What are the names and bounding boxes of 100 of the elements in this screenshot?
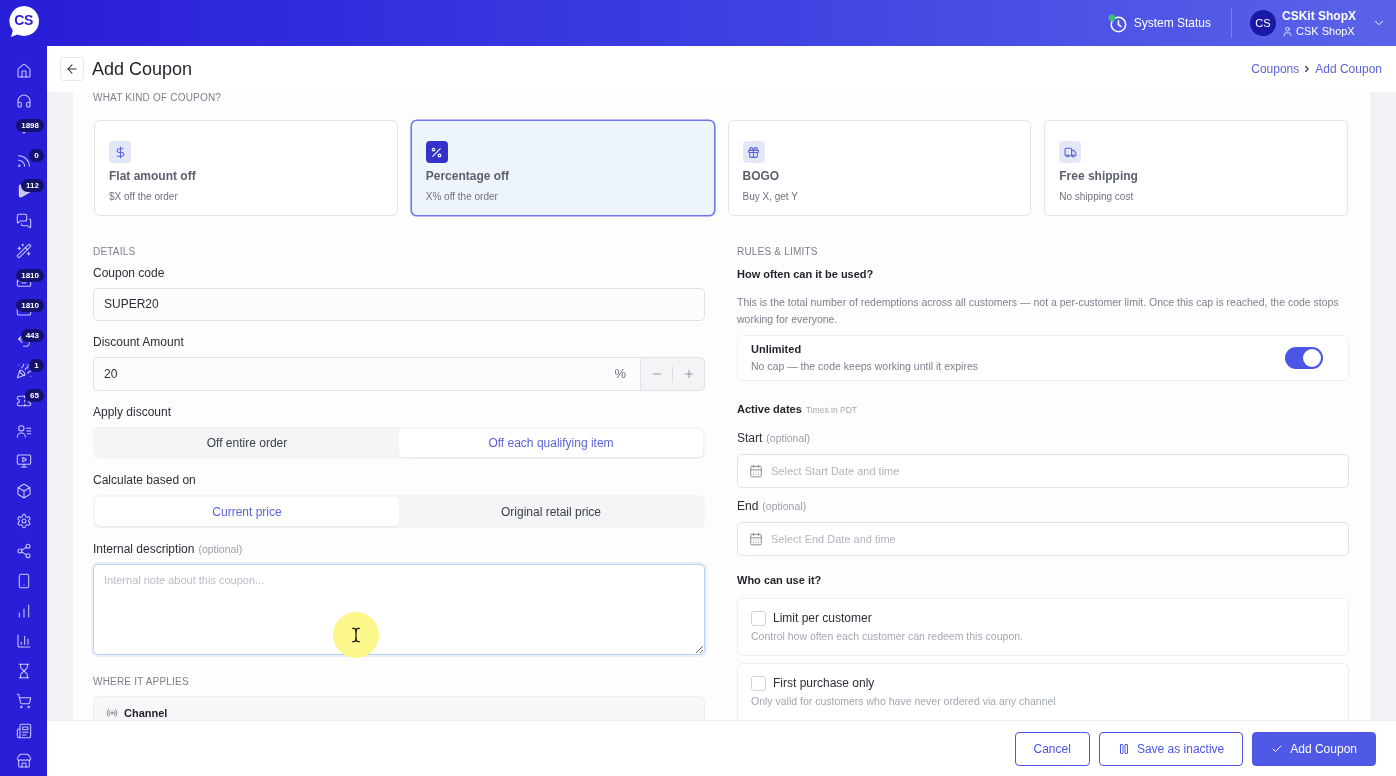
add-coupon-button[interactable]: Add Coupon bbox=[1252, 731, 1376, 766]
option-title: First purchase only bbox=[773, 675, 875, 691]
cancel-button[interactable]: Cancel bbox=[1014, 731, 1090, 766]
date-input[interactable]: Select End Date and time bbox=[737, 522, 1349, 556]
question-heading: Who can use it? bbox=[737, 573, 823, 588]
option-title: Limit per customer bbox=[773, 610, 872, 626]
sidebar-item[interactable]: 1810 bbox=[0, 296, 47, 326]
checkbox[interactable] bbox=[751, 675, 766, 691]
count-badge: 1810 bbox=[16, 299, 44, 312]
share-icon bbox=[15, 543, 32, 559]
cart-icon bbox=[15, 693, 32, 709]
avatar: CS bbox=[1250, 10, 1276, 36]
unit-label: % bbox=[614, 366, 626, 381]
monitor-play-icon bbox=[15, 453, 32, 469]
ticket-icon bbox=[15, 393, 32, 409]
toggle-switch[interactable] bbox=[1285, 347, 1323, 369]
count-badge: 112 bbox=[21, 179, 44, 192]
option-description: Only valid for customers who have never ordered via any channel bbox=[751, 694, 1057, 708]
app-logo: CS bbox=[7, 5, 40, 38]
store-icon bbox=[15, 753, 32, 769]
segment-option[interactable]: Off entire order bbox=[95, 428, 399, 458]
help-text: This is the total number of redemptions across all customers — not a per-customer limit. Once this cap is reached, the code stops working for everyone. bbox=[737, 295, 1340, 327]
count-badge: 443 bbox=[20, 329, 44, 342]
question-heading: Active dates bbox=[737, 402, 802, 417]
option-title: Flat amount off bbox=[109, 169, 196, 183]
toggle-description: No cap — the code keeps working until it expires bbox=[751, 360, 979, 373]
settings-icon bbox=[15, 513, 32, 529]
breadcrumb-link[interactable]: Add Coupon bbox=[1315, 62, 1382, 76]
sidebar-item[interactable]: 65 bbox=[0, 386, 47, 416]
field-label: Internal description bbox=[93, 541, 195, 557]
description-textarea[interactable]: Internal note about this coupon... bbox=[93, 564, 705, 655]
segment-option[interactable]: Original retail price bbox=[399, 497, 703, 526]
coupon-code-input[interactable]: SUPER20 bbox=[93, 288, 705, 321]
clock-icon bbox=[1107, 13, 1127, 33]
segment-option[interactable]: Current price bbox=[95, 497, 399, 526]
sidebar-item[interactable]: 443 bbox=[0, 326, 47, 356]
sidebar-item[interactable]: 1898 bbox=[0, 116, 47, 146]
section-heading: WHERE IT APPLIES bbox=[93, 676, 190, 688]
back-button[interactable] bbox=[60, 57, 84, 81]
coupon-type-card[interactable]: Free shipping No shipping cost bbox=[1044, 120, 1348, 216]
party-popper-icon bbox=[15, 363, 32, 379]
sidebar-item[interactable]: 0 bbox=[0, 146, 47, 176]
dollar-icon bbox=[109, 141, 131, 163]
count-badge: 1810 bbox=[16, 269, 44, 282]
field-label: Coupon code bbox=[93, 265, 165, 281]
count-badge: 1898 bbox=[16, 119, 44, 132]
optional-hint: (optional) bbox=[198, 542, 243, 557]
option-subtitle: X% off the order bbox=[425, 191, 498, 203]
sidebar-item[interactable]: 1 bbox=[0, 356, 47, 386]
house-icon bbox=[15, 63, 32, 79]
field-label: Apply discount bbox=[93, 403, 172, 420]
calendar-icon bbox=[749, 532, 763, 546]
box-icon bbox=[15, 483, 32, 499]
chat-bubbles-icon bbox=[15, 213, 32, 229]
checkbox[interactable] bbox=[751, 610, 766, 626]
option-title: Percentage off bbox=[425, 169, 510, 183]
segment-option[interactable]: Off each qualifying item bbox=[399, 428, 703, 458]
option-title: Free shipping bbox=[1059, 169, 1138, 183]
channel-label: Channel bbox=[124, 706, 168, 720]
field-label: Start bbox=[737, 430, 763, 446]
store-name: CSK ShopX bbox=[1296, 24, 1355, 38]
coupon-type-card[interactable]: BOGO Buy X, get Y bbox=[727, 120, 1032, 216]
account-name: CSKit ShopX bbox=[1282, 8, 1356, 23]
field-label: Calculate based on bbox=[93, 472, 196, 489]
date-input[interactable]: Select Start Date and time bbox=[737, 454, 1349, 488]
breadcrumb-link[interactable]: Coupons bbox=[1251, 62, 1300, 76]
system-status-button[interactable]: System Status bbox=[1107, 13, 1211, 33]
count-badge: 1 bbox=[29, 359, 44, 372]
newspaper-icon bbox=[15, 723, 32, 739]
coupon-type-card[interactable]: Flat amount off $X off the order bbox=[94, 120, 398, 216]
option-subtitle: No shipping cost bbox=[1059, 191, 1134, 203]
count-badge: 65 bbox=[25, 389, 44, 402]
count-badge: 0 bbox=[29, 149, 44, 162]
headphones-icon bbox=[15, 93, 32, 109]
pause-icon bbox=[1117, 742, 1130, 755]
coupon-type-card[interactable]: Percentage off X% off the order bbox=[410, 120, 715, 216]
section-heading: DETAILS bbox=[93, 246, 137, 258]
option-description: Control how often each customer can redeem this coupon. bbox=[751, 629, 1024, 643]
option-subtitle: Buy X, get Y bbox=[742, 191, 798, 203]
truck-icon bbox=[1059, 141, 1082, 163]
plus-icon bbox=[682, 367, 695, 380]
user-list-icon bbox=[15, 423, 32, 439]
page-title: Add Coupon bbox=[92, 58, 193, 80]
section-heading: WHAT KIND OF COUPON? bbox=[93, 92, 223, 104]
question-heading: How often can it be used? bbox=[737, 267, 875, 282]
calendar-icon bbox=[749, 464, 763, 478]
optional-hint: (optional) bbox=[762, 499, 807, 514]
option-title: BOGO bbox=[742, 169, 780, 183]
option-subtitle: $X off the order bbox=[109, 191, 178, 203]
field-label: Discount Amount bbox=[93, 333, 184, 350]
toggle-title: Unlimited bbox=[751, 343, 803, 356]
broadcast-icon bbox=[106, 707, 118, 719]
gift-icon bbox=[742, 141, 765, 163]
user-icon bbox=[1282, 25, 1293, 37]
sidebar-item[interactable]: 1810 bbox=[0, 266, 47, 296]
section-heading: RULES & LIMITS bbox=[737, 246, 819, 258]
percent-icon bbox=[425, 141, 448, 163]
magic-wand-icon bbox=[15, 243, 32, 259]
optional-hint: (optional) bbox=[766, 431, 811, 446]
sidebar-item[interactable]: 112 bbox=[0, 176, 47, 206]
